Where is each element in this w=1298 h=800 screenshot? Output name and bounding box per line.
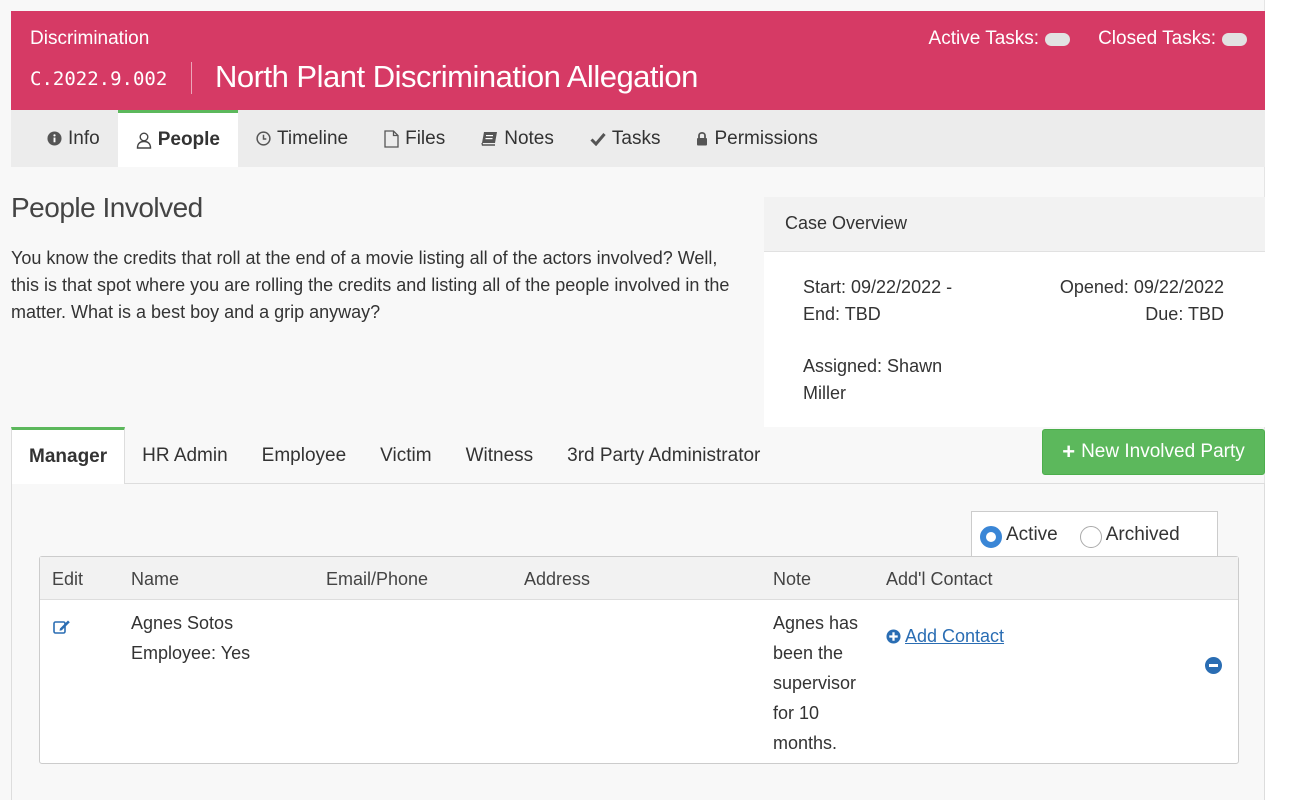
role-tab-hr-admin[interactable]: HR Admin (125, 427, 245, 484)
tab-permissions-label: Permissions (714, 127, 818, 149)
tab-permissions[interactable]: Permissions (678, 110, 835, 167)
role-tab-employee[interactable]: Employee (245, 427, 364, 484)
header-divider (191, 62, 192, 94)
closed-tasks-label: Closed Tasks: (1098, 28, 1216, 49)
active-radio-label: Active (1006, 523, 1058, 545)
intro-text: You know the credits that roll at the en… (11, 248, 730, 322)
start-date: Start: 09/22/2022 - (803, 277, 953, 297)
user-icon (136, 132, 152, 149)
opened-date: Opened: 09/22/2022 (1059, 277, 1224, 297)
section-title: People Involved (11, 192, 203, 223)
tab-timeline-label: Timeline (277, 127, 349, 149)
new-involved-party-label: New Involved Party (1081, 441, 1245, 462)
book-icon (481, 131, 498, 146)
due-date: Due: TBD (1145, 304, 1224, 324)
remove-person-icon[interactable] (1205, 657, 1222, 674)
case-overview-heading: Case Overview (764, 197, 1265, 252)
active-tasks-badge (1045, 32, 1071, 46)
assigned-line-2: Miller (803, 383, 846, 403)
task-counts: Active Tasks: Closed Tasks: (929, 28, 1247, 50)
case-header: Discrimination C.2022.9.002 North Plant … (11, 11, 1265, 110)
case-dates: Start: 09/22/2022 - End: TBD (803, 274, 1003, 328)
role-tab-witness[interactable]: Witness (449, 427, 551, 484)
col-addl-contact: Add'l Contact (886, 569, 993, 589)
archived-radio[interactable]: Archived (1079, 523, 1180, 548)
page: Discrimination C.2022.9.002 North Plant … (0, 0, 1298, 800)
case-number: C.2022.9.002 (30, 68, 168, 90)
info-circle-icon (47, 131, 62, 146)
tab-files-label: Files (405, 127, 446, 149)
tab-info-label: Info (68, 127, 100, 149)
case-category: Discrimination (30, 28, 150, 49)
tab-timeline[interactable]: Timeline (238, 110, 366, 167)
person-name: Agnes Sotos (131, 613, 234, 633)
archived-radio-label: Archived (1105, 523, 1180, 545)
table-row: Agnes Sotos Employee: Yes Agnes has been… (40, 600, 1238, 764)
radio-unselected-icon (1079, 525, 1102, 548)
lock-icon (696, 131, 708, 146)
case-overview-panel: Case Overview Start: 09/22/2022 - End: T… (764, 197, 1265, 427)
add-contact-label: Add Contact (905, 626, 1005, 646)
note-line: Agnes has (773, 613, 859, 633)
note-line: supervisor (773, 673, 857, 693)
tab-notes-label: Notes (504, 127, 554, 149)
plus-circle-icon (886, 628, 901, 644)
person-name-cell: Agnes Sotos Employee: Yes (131, 608, 250, 668)
note-line: for 10 (773, 703, 820, 723)
role-tab-manager[interactable]: Manager (11, 427, 126, 484)
closed-tasks-badge (1222, 32, 1247, 46)
radio-selected-icon (980, 525, 1002, 548)
person-note-cell: Agnes has been the supervisor for 10 mon… (773, 608, 858, 758)
tab-notes[interactable]: Notes (463, 110, 572, 167)
status-filter: Active Archived (971, 511, 1218, 557)
role-tab-victim[interactable]: Victim (363, 427, 448, 484)
check-icon (590, 132, 606, 146)
assigned-line-1: Assigned: Shawn (803, 356, 943, 376)
tab-tasks[interactable]: Tasks (572, 110, 679, 167)
add-contact-link[interactable]: Add Contact (886, 621, 1004, 651)
addl-contact-cell: Add Contact (886, 621, 1004, 653)
active-tasks-label: Active Tasks: (928, 28, 1040, 49)
col-name: Name (131, 569, 180, 589)
tab-people-label: People (157, 129, 221, 150)
case-title: North Plant Discrimination Allegation (215, 59, 698, 94)
col-email-phone: Email/Phone (326, 569, 429, 589)
case-tabs: Info People Timeline Files Notes Tasks P… (11, 110, 1265, 167)
assigned-to: Assigned: Shawn Miller (803, 353, 973, 407)
role-tab-3rd-party-administrator[interactable]: 3rd Party Administrator (550, 427, 777, 484)
people-table: Edit Name Email/Phone Address Note Add'l… (39, 556, 1239, 764)
closed-tasks[interactable]: Closed Tasks: (1098, 28, 1247, 50)
edit-icon[interactable] (53, 614, 71, 644)
col-note: Note (773, 569, 812, 589)
end-date: End: TBD (803, 304, 881, 324)
new-involved-party-button[interactable]: + New Involved Party (1042, 429, 1265, 475)
tab-files[interactable]: Files (366, 110, 463, 167)
tab-info[interactable]: Info (29, 110, 118, 167)
right-scroll-gutter (1264, 0, 1298, 800)
plus-icon: + (1062, 439, 1076, 464)
person-employee-status: Employee: Yes (131, 643, 251, 663)
clock-icon (256, 131, 271, 146)
table-header: Edit Name Email/Phone Address Note Add'l… (40, 557, 1238, 600)
note-line: months. (773, 733, 838, 753)
case-opened-due: Opened: 09/22/2022 Due: TBD (1060, 274, 1224, 328)
active-tasks[interactable]: Active Tasks: (929, 28, 1071, 50)
file-icon (384, 129, 399, 148)
active-radio[interactable]: Active (980, 523, 1058, 548)
tab-people[interactable]: People (117, 110, 239, 167)
tab-tasks-label: Tasks (611, 127, 661, 149)
role-tabs: Manager HR Admin Employee Victim Witness… (11, 427, 777, 484)
col-address: Address (524, 569, 591, 589)
col-edit: Edit (52, 569, 84, 589)
note-line: been the (773, 643, 844, 663)
